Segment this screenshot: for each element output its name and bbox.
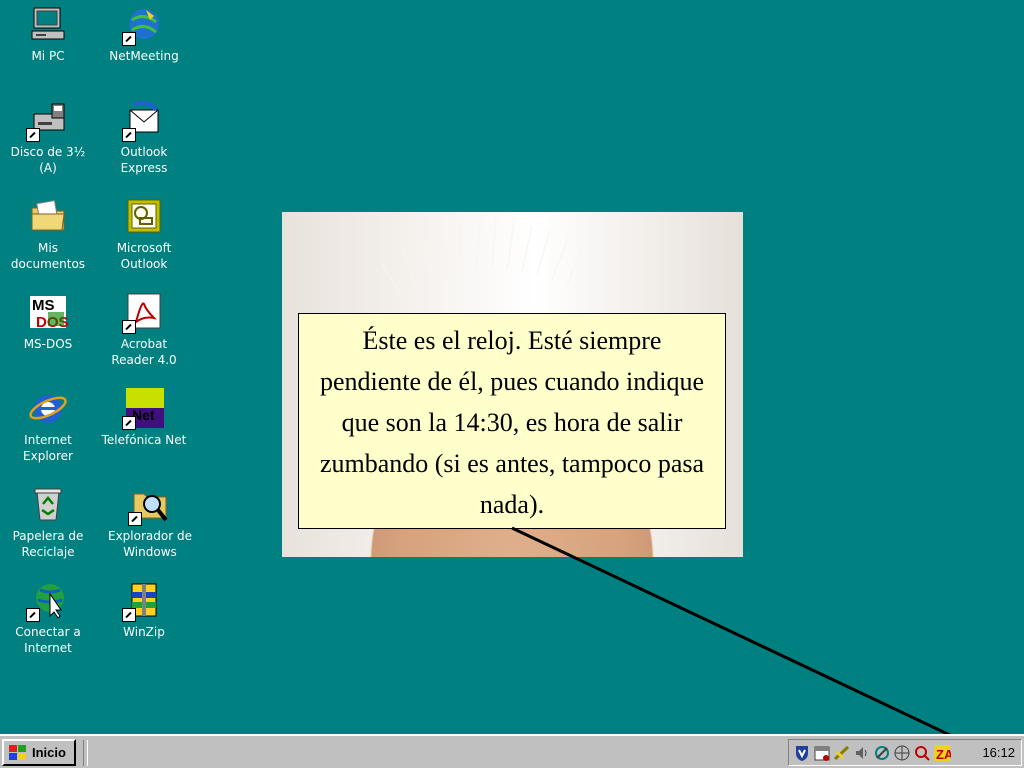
zonealarm-icon[interactable]: ZA [933,744,951,762]
system-tray: ZA 16:12 [788,739,1022,766]
telefonica-net-icon: Net [122,388,164,430]
taskbar-clock[interactable]: 16:12 [982,745,1015,760]
shortcut-arrow-icon [122,128,136,142]
connect-internet-icon [26,580,68,622]
windows-explorer-icon [128,484,170,526]
start-button[interactable]: Inicio [2,739,76,766]
clock-explanation-callout: Éste es el reloj. Esté siempre pendiente… [298,313,726,529]
desktop-icon-telefonica-net[interactable]: Net Telefónica Net [96,388,192,448]
floppy-disk-icon [26,100,68,142]
network-icon[interactable] [833,744,851,762]
desktop-icon-conectar-internet[interactable]: Conectar a Internet [0,580,96,656]
svg-text:MS: MS [32,297,55,314]
icon-label: Acrobat Reader 4.0 [111,337,177,367]
icon-label: Conectar a Internet [15,625,81,655]
shortcut-arrow-icon [122,320,136,334]
antivirus-icon[interactable] [913,744,931,762]
shortcut-arrow-icon [122,608,136,622]
shortcut-arrow-icon [26,128,40,142]
icon-label: Microsoft Outlook [116,241,172,271]
internet-explorer-icon [28,388,68,428]
taskbar-divider [83,740,88,766]
icon-label: Disco de 3½ (A) [10,145,86,175]
winzip-icon [122,580,164,622]
tool-icon[interactable] [873,744,891,762]
desktop-icon-netmeeting[interactable]: NetMeeting [96,4,192,64]
outlook-express-icon [122,100,164,142]
ms-dos-icon: MSDOS [28,292,68,332]
desktop-icon-ms-dos[interactable]: MSDOS MS-DOS [0,292,96,352]
shortcut-arrow-icon [128,512,142,526]
desktop-icon-mis-documentos[interactable]: Mis documentos [0,196,96,272]
icon-label: Explorador de Windows [108,529,192,559]
icon-label: Outlook Express [120,145,168,175]
desktop-icon-floppy[interactable]: Disco de 3½ (A) [0,100,96,176]
speaker-icon[interactable] [853,744,871,762]
icon-label: Papelera de Reciclaje [12,529,84,559]
desktop-icon-winzip[interactable]: WinZip [96,580,192,640]
shortcut-arrow-icon [26,608,40,622]
acrobat-reader-icon [122,292,164,334]
calendar-icon[interactable] [813,744,831,762]
desktop-icon-internet-explorer[interactable]: Internet Explorer [0,388,96,464]
icon-label: NetMeeting [109,49,179,63]
icon-label: WinZip [123,625,165,639]
folder-documents-icon [28,196,68,236]
icon-label: Telefónica Net [101,433,187,447]
shortcut-arrow-icon [122,416,136,430]
microsoft-outlook-icon [124,196,164,236]
recycle-bin-icon [28,484,68,524]
shortcut-arrow-icon [122,32,136,46]
desktop-icon-microsoft-outlook[interactable]: Microsoft Outlook [96,196,192,272]
icon-label: Internet Explorer [23,433,73,463]
desktop-icon-explorador[interactable]: Explorador de Windows [102,484,198,560]
start-label: Inicio [32,745,66,760]
desktop-icon-papelera[interactable]: Papelera de Reciclaje [0,484,96,560]
taskbar: Inicio ZA 16:12 [0,734,1024,768]
desktop-icon-acrobat[interactable]: Acrobat Reader 4.0 [96,292,192,368]
svg-text:ZA: ZA [936,747,951,762]
icon-label: MS-DOS [23,337,73,351]
desktop: Mi PC Disco de 3½ (A) Mis documentos MSD… [0,0,1024,758]
desktop-icon-mi-pc[interactable]: Mi PC [0,4,96,64]
netmeeting-icon [122,4,164,46]
shield-icon[interactable] [793,744,811,762]
desktop-icon-outlook-express[interactable]: Outlook Express [96,100,192,176]
windows-flag-icon [9,745,26,760]
mi-pc-icon [28,4,68,44]
icon-label: Mis documentos [10,241,86,271]
icon-label: Mi PC [31,49,65,63]
globe-icon[interactable] [893,744,911,762]
